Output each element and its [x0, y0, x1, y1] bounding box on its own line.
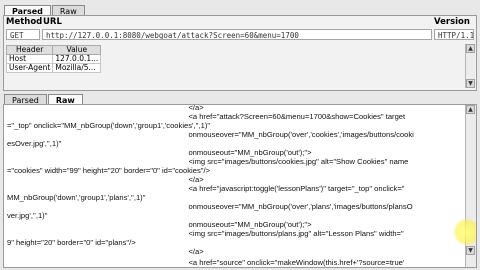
raw-line: onmouseover="MM_nbGroup('over','plans','…	[7, 202, 413, 211]
arrow-down-icon[interactable]: ▼	[466, 246, 475, 255]
raw-response-panel[interactable]: </a> <a href="attack?Screen=60&menu=1700…	[3, 104, 477, 268]
url-label: URL	[43, 17, 62, 27]
headers-vertical-scrollbar[interactable]: ▲ ▼	[465, 44, 475, 88]
headers-table-header-row: Header Value	[5, 45, 102, 55]
column-header-value[interactable]: Value	[52, 45, 102, 55]
method-label: Method	[6, 17, 43, 27]
arrow-up-icon[interactable]: ▲	[466, 105, 475, 114]
version-field[interactable]: HTTP/1.1	[434, 29, 474, 40]
table-row[interactable]: Host 127.0.0.1...	[5, 54, 102, 64]
request-panel: Method URL Version GET http://127.0.0.1:…	[3, 15, 477, 91]
header-value-cell: Mozilla/5...	[52, 63, 102, 73]
method-field[interactable]: GET	[6, 29, 40, 40]
cursor-highlight	[454, 219, 476, 245]
arrow-down-icon[interactable]: ▼	[466, 79, 475, 88]
header-name-cell: Host	[5, 54, 54, 64]
version-label: Version	[434, 17, 470, 27]
column-header-header[interactable]: Header	[5, 45, 54, 55]
header-value-cell: 127.0.0.1...	[52, 54, 102, 64]
url-field[interactable]: http://127.0.0.1:8080/webgoat/attack?Scr…	[42, 29, 432, 40]
raw-line: <a href="source" onclick="makeWindow(thi…	[7, 258, 405, 267]
header-name-cell: User-Agent	[5, 63, 54, 73]
headers-table: Header Value Host 127.0.0.1... User-Agen…	[5, 45, 102, 73]
table-row[interactable]: User-Agent Mozilla/5...	[5, 63, 102, 73]
raw-line: onmouseover="MM_nbGroup('over','cookies'…	[7, 130, 414, 139]
arrow-up-icon[interactable]: ▲	[466, 44, 475, 53]
raw-line: </a>	[7, 247, 204, 256]
